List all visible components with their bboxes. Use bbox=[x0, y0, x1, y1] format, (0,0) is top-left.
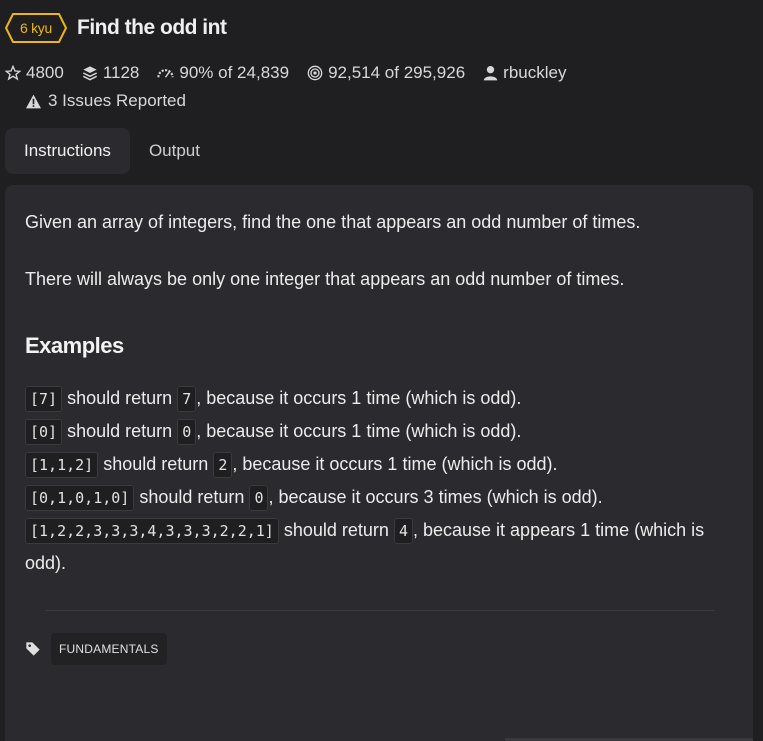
instructions-panel: Given an array of integers, find the one… bbox=[5, 185, 753, 741]
kata-header: 6 kyu Find the odd int 4800 1128 90% of … bbox=[5, 10, 763, 111]
example-text: should return bbox=[103, 454, 209, 474]
stars-count: 4800 bbox=[26, 63, 64, 82]
kata-title: Find the odd int bbox=[77, 16, 227, 39]
example-input: [7] bbox=[25, 386, 63, 412]
user-icon bbox=[483, 66, 498, 81]
target-icon bbox=[307, 65, 323, 81]
satisfaction-stat: 90% of 24,839 bbox=[157, 63, 289, 83]
example-line: [0,1,0,1,0] should return 0, because it … bbox=[25, 481, 725, 514]
example-input: [1,2,2,3,3,3,4,3,3,3,2,2,1] bbox=[25, 518, 279, 544]
completed-total: of 295,926 bbox=[384, 63, 466, 82]
completed-count: 92,514 bbox=[328, 63, 381, 82]
example-explanation: , because it occurs 1 time (which is odd… bbox=[232, 454, 558, 474]
layers-icon bbox=[82, 66, 97, 81]
author-stat[interactable]: rbuckley bbox=[483, 63, 566, 83]
example-explanation: , because it occurs 1 time (which is odd… bbox=[196, 421, 522, 441]
issues-link[interactable]: 3 Issues Reported bbox=[25, 91, 763, 111]
example-text: should return bbox=[67, 421, 173, 441]
collections-count: 1128 bbox=[102, 63, 140, 82]
example-output: 4 bbox=[393, 518, 413, 544]
warning-icon bbox=[26, 94, 41, 108]
collections-stat[interactable]: 1128 bbox=[82, 63, 140, 83]
title-row: 6 kyu Find the odd int bbox=[5, 10, 763, 46]
example-text: should return bbox=[283, 520, 389, 540]
example-output: 2 bbox=[213, 452, 233, 478]
example-line: [7] should return 7, because it occurs 1… bbox=[25, 382, 725, 415]
description-paragraph: There will always be only one integer th… bbox=[25, 269, 625, 289]
tab-instructions[interactable]: Instructions bbox=[5, 128, 130, 174]
completed-stat: 92,514 of 295,926 bbox=[307, 63, 465, 83]
stats-row: 4800 1128 90% of 24,839 92,514 of 295,92… bbox=[5, 63, 763, 83]
example-text: should return bbox=[67, 388, 173, 408]
rank-label: 6 kyu bbox=[20, 20, 52, 36]
example-input: [0,1,0,1,0] bbox=[25, 485, 135, 511]
stars-stat[interactable]: 4800 bbox=[5, 63, 64, 83]
tag-fundamentals[interactable]: FUNDAMENTALS bbox=[51, 633, 167, 665]
description-paragraph: Given an array of integers, find the one… bbox=[25, 212, 641, 232]
tab-output[interactable]: Output bbox=[130, 128, 219, 174]
example-input: [1,1,2] bbox=[25, 452, 99, 478]
example-explanation: , because it occurs 3 times (which is od… bbox=[268, 487, 603, 507]
section-divider bbox=[45, 610, 715, 611]
example-output: 0 bbox=[177, 419, 197, 445]
examples-list: [7] should return 7, because it occurs 1… bbox=[25, 382, 725, 579]
example-output: 0 bbox=[249, 485, 269, 511]
tag-icon bbox=[26, 642, 40, 656]
example-line: [0] should return 0, because it occurs 1… bbox=[25, 415, 725, 448]
example-output: 7 bbox=[177, 386, 197, 412]
gauge-icon bbox=[157, 69, 175, 78]
satisfaction-votes: of 24,839 bbox=[218, 63, 290, 82]
example-line: [1,2,2,3,3,3,4,3,3,3,2,2,1] should retur… bbox=[25, 514, 725, 579]
example-line: [1,1,2] should return 2, because it occu… bbox=[25, 448, 725, 481]
examples-heading: Examples bbox=[25, 333, 124, 358]
rank-badge: 6 kyu bbox=[5, 13, 67, 43]
example-explanation: , because it occurs 1 time (which is odd… bbox=[196, 388, 522, 408]
example-input: [0] bbox=[25, 419, 63, 445]
example-text: should return bbox=[139, 487, 245, 507]
tab-bar: Instructions Output bbox=[5, 128, 219, 174]
star-outline-icon bbox=[5, 65, 21, 81]
author-name: rbuckley bbox=[503, 63, 567, 82]
satisfaction-pct: 90% bbox=[179, 63, 214, 82]
tags-row: FUNDAMENTALS bbox=[25, 633, 167, 665]
issues-label: 3 Issues Reported bbox=[48, 91, 186, 110]
